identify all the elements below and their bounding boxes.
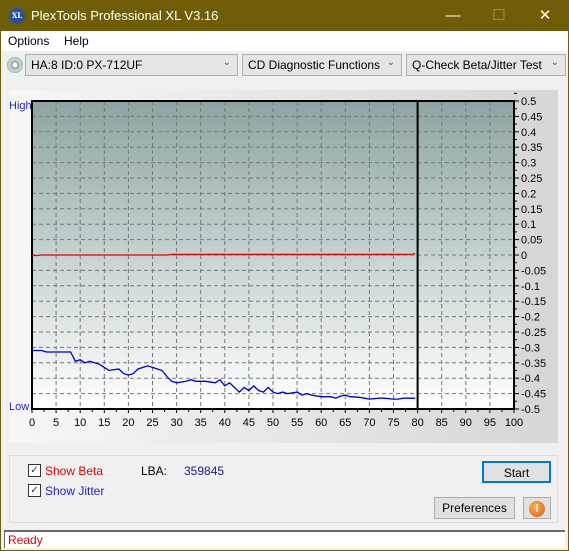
x-tick-label: 5 (53, 417, 59, 429)
status-bar: Ready (4, 530, 565, 548)
x-tick-label: 15 (98, 417, 110, 429)
show-beta-checkbox[interactable]: ✓ (28, 464, 41, 477)
chevron-down-icon: ⌄ (222, 57, 231, 68)
x-tick-label: 25 (146, 417, 158, 429)
y-tick-label: 0.15 (521, 204, 542, 216)
app-window: XL PlexTools Professional XL V3.16 — ☐ ✕… (1, 0, 568, 550)
x-tick-label: 65 (339, 417, 351, 429)
window-title: PlexTools Professional XL V3.16 (31, 8, 219, 23)
y-tick-label: 0.35 (521, 142, 542, 154)
y-tick-label: -0.15 (521, 296, 546, 308)
y-tick-label: -0.4 (521, 373, 540, 385)
y-tick-label: 0.05 (521, 235, 542, 247)
high-label: High (9, 100, 32, 112)
beta-jitter-chart: 0 5 10 15 20 25 30 35 40 45 50 55 60 65 70 75 80 85 90 95 10… (9, 92, 546, 429)
x-tick-label: 35 (195, 417, 207, 429)
y-tick-label: -0.1 (521, 281, 540, 293)
x-tick-label: 70 (363, 417, 375, 429)
x-tick-label: 75 (387, 417, 399, 429)
y-tick-label: -0.35 (521, 358, 546, 370)
disc-drive-icon (7, 57, 23, 73)
start-button[interactable]: Start (482, 461, 551, 483)
chevron-down-icon: ⌄ (550, 57, 559, 68)
x-tick-label: 30 (170, 417, 182, 429)
y-tick-label: -0.3 (521, 342, 540, 354)
test-select-value: Q-Check Beta/Jitter Test (412, 58, 542, 72)
y-tick-label: 0.3 (521, 158, 536, 170)
y-tick-label: 0.45 (521, 111, 542, 123)
info-button[interactable]: i (523, 497, 551, 519)
minimize-button[interactable]: — (430, 0, 476, 31)
x-tick-label: 55 (291, 417, 303, 429)
menu-help[interactable]: Help (64, 34, 89, 48)
lba-value: 359845 (184, 464, 225, 478)
y-tick-label: -0.45 (521, 389, 546, 401)
app-logo-icon: XL (9, 8, 25, 24)
x-tick-label: 80 (411, 417, 423, 429)
x-tick-label: 20 (122, 417, 134, 429)
x-tick-label: 85 (436, 417, 448, 429)
y-tick-label: 0 (521, 250, 527, 262)
y-tick-label: -0.25 (521, 327, 546, 339)
menu-options[interactable]: Options (8, 34, 49, 48)
controls-panel: ✓ Show Beta ✓ Show Jitter LBA: 359845 St… (9, 455, 558, 523)
x-tick-label: 10 (74, 417, 86, 429)
y-tick-label: 0.25 (521, 173, 542, 185)
info-icon: i (529, 501, 545, 517)
toolbar: HA:8 ID:0 PX-712UF ⌄ CD Diagnostic Functi… (1, 51, 568, 79)
y-tick-label: -0.2 (521, 312, 540, 324)
low-label: Low (9, 401, 29, 413)
maximize-button[interactable]: ☐ (476, 0, 522, 31)
x-tick-label: 40 (219, 417, 231, 429)
y-tick-label: -0.05 (521, 265, 546, 277)
chart-panel: 0 5 10 15 20 25 30 35 40 45 50 55 60 65 70 75 80 85 90 95 10… (9, 90, 558, 443)
show-beta-label[interactable]: Show Beta (45, 464, 103, 478)
function-select-value: CD Diagnostic Functions (248, 58, 381, 72)
y-tick-label: 0.1 (521, 219, 536, 231)
chevron-down-icon: ⌄ (386, 57, 395, 68)
close-button[interactable]: ✕ (522, 0, 568, 31)
menu-bar: Options Help (1, 31, 568, 51)
drive-select[interactable]: HA:8 ID:0 PX-712UF ⌄ (25, 54, 238, 76)
x-tick-label: 45 (243, 417, 255, 429)
title-bar: XL PlexTools Professional XL V3.16 — ☐ ✕ (1, 0, 568, 31)
x-tick-label: 95 (484, 417, 496, 429)
show-jitter-checkbox[interactable]: ✓ (28, 484, 41, 497)
x-tick-label: 50 (267, 417, 279, 429)
drive-select-value: HA:8 ID:0 PX-712UF (31, 58, 143, 72)
x-tick-label: 100 (505, 417, 523, 429)
y-tick-label: 0.5 (521, 96, 536, 108)
x-tick-label: 0 (29, 417, 35, 429)
y-tick-label: -0.5 (521, 404, 540, 416)
y-tick-label: 0.4 (521, 127, 536, 139)
test-select[interactable]: Q-Check Beta/Jitter Test ⌄ (406, 54, 566, 76)
x-tick-label: 60 (315, 417, 327, 429)
x-tick-label: 90 (460, 417, 472, 429)
function-select[interactable]: CD Diagnostic Functions ⌄ (242, 54, 402, 76)
preferences-button[interactable]: Preferences (434, 497, 515, 519)
lba-label: LBA: (141, 464, 168, 478)
y-tick-label: 0.2 (521, 188, 536, 200)
show-jitter-label[interactable]: Show Jitter (45, 484, 104, 498)
